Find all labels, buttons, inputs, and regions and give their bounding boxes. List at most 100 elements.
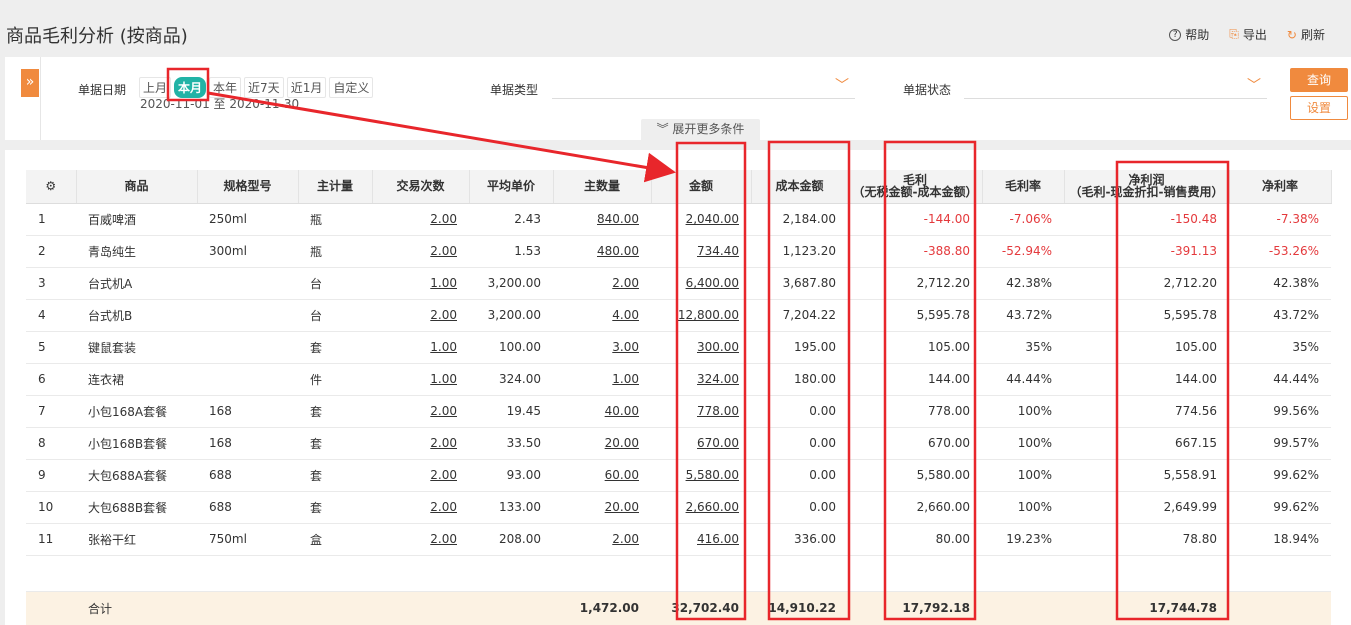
cell-net-profit: 144.00 <box>1064 363 1229 396</box>
cell-amount-link[interactable]: 778.00 <box>697 404 739 418</box>
cell-amount-link[interactable]: 12,800.00 <box>678 308 739 322</box>
cell-net-margin: 35% <box>1229 331 1331 364</box>
cell-product: 青岛纯生 <box>76 235 197 268</box>
cell-trades-link[interactable]: 2.00 <box>430 468 457 482</box>
col-amount[interactable]: 金额 <box>651 170 752 204</box>
doc-status-select[interactable]: ﹀ <box>964 75 1267 99</box>
cell-unit: 套 <box>298 491 372 524</box>
table-row[interactable]: 11 张裕干红 750ml 盒 2.00 208.00 2.00 416.00 336.00 80… <box>26 523 1331 556</box>
col-avg-price[interactable]: 平均单价 <box>469 170 554 204</box>
table-row[interactable]: 10 大包688B套餐 688 套 2.00 133.00 20.00 2,660.00 0.0… <box>26 491 1331 524</box>
cell-amount-link[interactable]: 416.00 <box>697 532 739 546</box>
cell-qty-link[interactable]: 20.00 <box>605 436 639 450</box>
cell-amount-link[interactable]: 734.40 <box>697 244 739 258</box>
table-row[interactable]: 5 键鼠套装套 1.00 100.00 3.00 300.00 195.00 105.00 35… <box>26 331 1331 364</box>
col-cost[interactable]: 成本金额 <box>751 170 849 204</box>
cell-avg-price: 2.43 <box>469 203 553 236</box>
cell-amount-link[interactable]: 300.00 <box>697 340 739 354</box>
cell-qty: 2.00 <box>553 523 651 556</box>
total-cost: 14,910.22 <box>751 591 848 625</box>
col-product[interactable]: 商品 <box>76 170 198 204</box>
col-unit[interactable]: 主计量 <box>298 170 373 204</box>
col-trades[interactable]: 交易次数 <box>372 170 470 204</box>
cell-cost: 3,687.80 <box>751 267 848 300</box>
empty-cell <box>76 555 197 592</box>
cell-gross-margin: -52.94% <box>982 235 1064 268</box>
cell-trades-link[interactable]: 2.00 <box>430 500 457 514</box>
cell-amount: 300.00 <box>651 331 751 364</box>
cell-gross-profit: 80.00 <box>848 523 982 556</box>
cell-qty-link[interactable]: 3.00 <box>612 340 639 354</box>
table-row[interactable]: 8 小包168B套餐 168 套 2.00 33.50 20.00 670.00 0.00 670… <box>26 427 1331 460</box>
cell-trades-link[interactable]: 2.00 <box>430 308 457 322</box>
cell-avg-price: 1.53 <box>469 235 553 268</box>
cell-qty-link[interactable]: 60.00 <box>605 468 639 482</box>
cell-trades-link[interactable]: 2.00 <box>430 212 457 226</box>
help-button[interactable]: ? 帮助 <box>1169 26 1209 43</box>
column-settings[interactable]: ⚙ <box>26 170 77 204</box>
table-row[interactable]: 9 大包688A套餐 688 套 2.00 93.00 60.00 5,580.00 0.00 5… <box>26 459 1331 492</box>
query-button[interactable]: 查询 <box>1290 68 1348 92</box>
table-row[interactable]: 6 连衣裙件 1.00 324.00 1.00 324.00 180.00 144.00 44.… <box>26 363 1331 396</box>
cell-unit: 件 <box>298 363 372 396</box>
cell-net-profit: 667.15 <box>1064 427 1229 460</box>
cell-avg-price: 93.00 <box>469 459 553 492</box>
help-icon: ? <box>1169 28 1182 41</box>
cell-spec: 168 <box>197 395 298 428</box>
cell-trades-link[interactable]: 2.00 <box>430 244 457 258</box>
expand-more-conditions[interactable]: ︾ 展开更多条件 <box>641 119 760 140</box>
table-row[interactable]: 2 青岛纯生 300ml 瓶 2.00 1.53 480.00 734.40 1,123.20-… <box>26 235 1331 268</box>
table-row[interactable]: 3 台式机A 台 1.00 3,200.00 2.00 6,400.00 3,687.80 2,… <box>26 267 1331 300</box>
refresh-button[interactable]: ↻ 刷新 <box>1287 26 1325 43</box>
quick-custom[interactable]: 自定义 <box>329 77 374 98</box>
export-button[interactable]: ⎘ 导出 <box>1229 26 1267 43</box>
table-row[interactable]: 4 台式机B 台 2.00 3,200.00 4.00 12,800.00 7,204.22 5… <box>26 299 1331 332</box>
cell-no: 7 <box>26 395 76 428</box>
col-net-margin[interactable]: 净利率 <box>1229 170 1332 204</box>
cell-qty-link[interactable]: 840.00 <box>597 212 639 226</box>
cell-trades: 2.00 <box>372 299 469 332</box>
cell-no: 4 <box>26 299 76 332</box>
cell-gross-profit: 2,712.20 <box>848 267 982 300</box>
cell-qty-link[interactable]: 20.00 <box>605 500 639 514</box>
cell-qty-link[interactable]: 4.00 <box>612 308 639 322</box>
cell-amount-link[interactable]: 670.00 <box>697 436 739 450</box>
cell-spec <box>197 267 298 300</box>
cell-qty-link[interactable]: 480.00 <box>597 244 639 258</box>
table-row[interactable]: 1 百威啤酒 250ml 瓶 2.00 2.43 840.00 2,040.00 2,184.0… <box>26 203 1331 236</box>
cell-trades-link[interactable]: 2.00 <box>430 436 457 450</box>
col-gross-margin[interactable]: 毛利率 <box>982 170 1065 204</box>
cell-product: 百威啤酒 <box>76 203 197 236</box>
col-qty[interactable]: 主数量 <box>553 170 652 204</box>
net-profit-formula: （毛利-现金折扣-销售费用） <box>1069 185 1224 200</box>
cell-unit: 套 <box>298 395 372 428</box>
cell-amount-link[interactable]: 6,400.00 <box>686 276 739 290</box>
cell-unit: 套 <box>298 331 372 364</box>
cell-cost: 180.00 <box>751 363 848 396</box>
col-spec[interactable]: 规格型号 <box>197 170 299 204</box>
total-empty-cell <box>298 591 372 625</box>
cell-qty-link[interactable]: 40.00 <box>605 404 639 418</box>
doc-type-select[interactable]: ﹀ <box>552 75 855 99</box>
cell-trades-link[interactable]: 2.00 <box>430 532 457 546</box>
cell-product: 大包688A套餐 <box>76 459 197 492</box>
col-gross-profit[interactable]: 毛利 （无税金额-成本金额） <box>848 170 983 204</box>
settings-button[interactable]: 设置 <box>1290 96 1348 120</box>
cell-trades-link[interactable]: 1.00 <box>430 372 457 386</box>
cell-amount-link[interactable]: 5,580.00 <box>686 468 739 482</box>
cell-trades-link[interactable]: 1.00 <box>430 340 457 354</box>
table-row[interactable]: 7 小包168A套餐 168 套 2.00 19.45 40.00 778.00 0.00 778… <box>26 395 1331 428</box>
cell-gross-profit: -144.00 <box>848 203 982 236</box>
cell-trades-link[interactable]: 1.00 <box>430 276 457 290</box>
export-icon: ⎘ <box>1229 27 1239 41</box>
empty-cell <box>469 555 553 592</box>
cell-qty-link[interactable]: 1.00 <box>612 372 639 386</box>
cell-qty-link[interactable]: 2.00 <box>612 276 639 290</box>
cell-qty-link[interactable]: 2.00 <box>612 532 639 546</box>
cell-amount-link[interactable]: 2,040.00 <box>686 212 739 226</box>
cell-amount-link[interactable]: 2,660.00 <box>686 500 739 514</box>
cell-amount-link[interactable]: 324.00 <box>697 372 739 386</box>
sidebar-toggle-button[interactable]: » <box>21 69 39 97</box>
col-net-profit[interactable]: 净利润 （毛利-现金折扣-销售费用） <box>1064 170 1230 204</box>
cell-trades-link[interactable]: 2.00 <box>430 404 457 418</box>
